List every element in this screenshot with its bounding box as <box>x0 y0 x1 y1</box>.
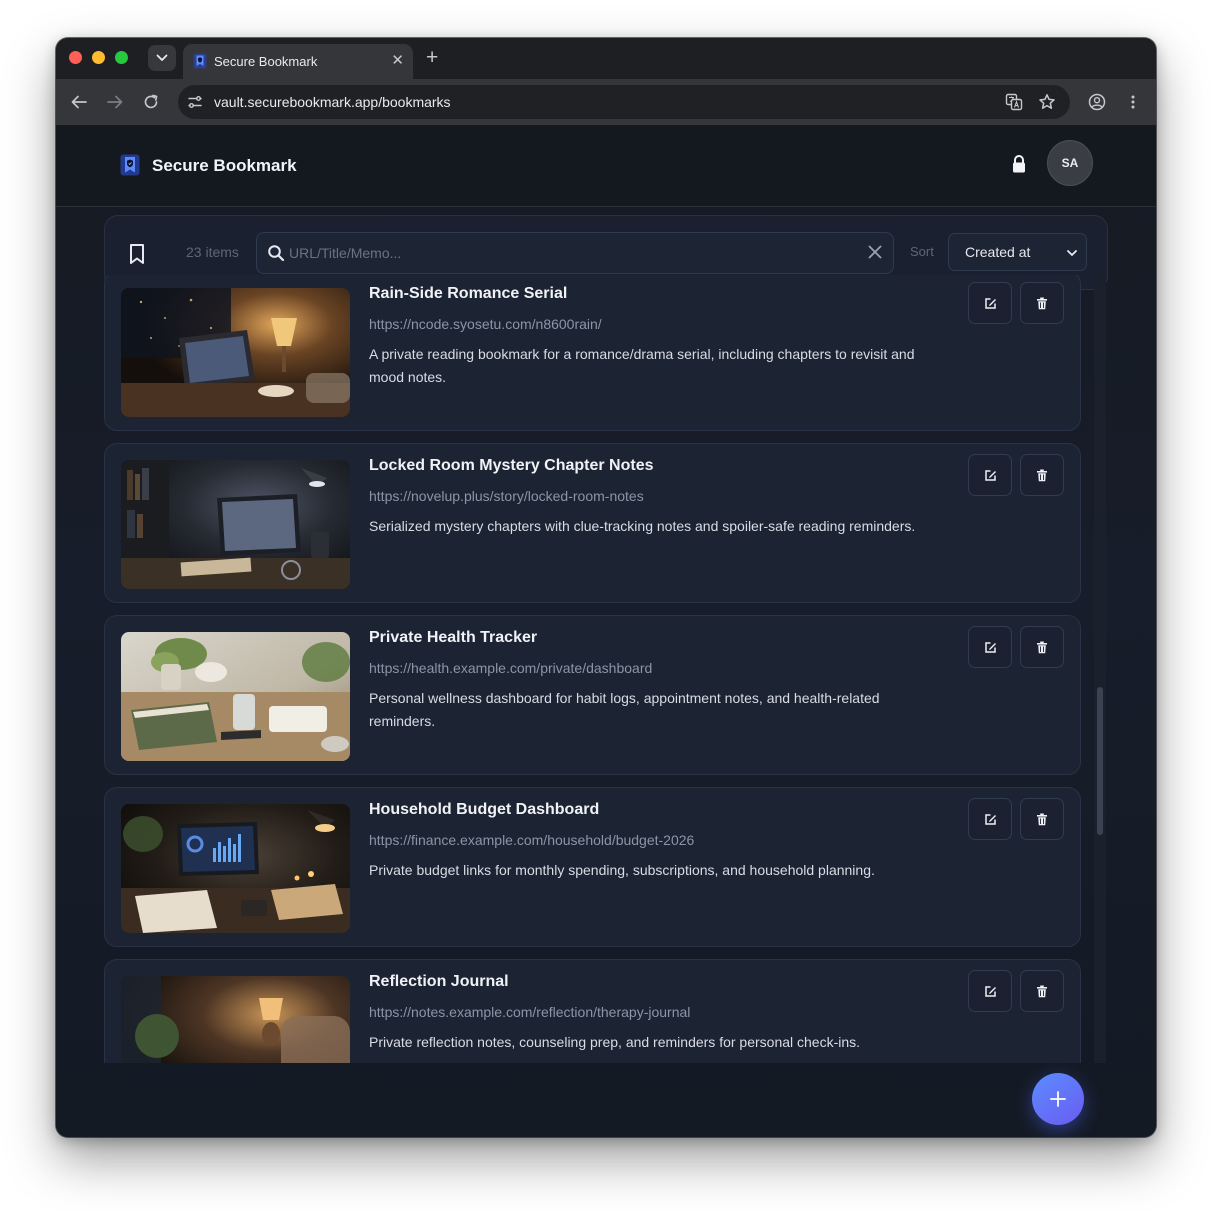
bookmark-url[interactable]: https://novelup.plus/story/locked-room-n… <box>369 488 644 504</box>
tab-strip: Secure Bookmark ✕ + <box>56 38 1156 79</box>
bookmark-url[interactable]: https://finance.example.com/household/bu… <box>369 832 694 848</box>
app-header: Secure Bookmark SA <box>56 125 1156 207</box>
tab-title: Secure Bookmark <box>214 54 318 69</box>
delete-button[interactable] <box>1020 798 1064 840</box>
bookmark-title[interactable]: Household Budget Dashboard <box>369 801 599 819</box>
plus-icon <box>1050 1091 1066 1107</box>
avatar-initials: SA <box>1061 156 1079 170</box>
edit-button[interactable] <box>968 454 1012 496</box>
bookmark-memo: A private reading bookmark for a romance… <box>369 346 915 385</box>
close-window-button[interactable] <box>69 51 82 64</box>
bookmark-thumbnail <box>121 804 350 933</box>
scrollbar-track[interactable] <box>1094 275 1106 1063</box>
bookmark-title[interactable]: Rain-Side Romance Serial <box>369 285 567 303</box>
edit-button[interactable] <box>968 970 1012 1012</box>
chevron-down-icon <box>1067 250 1077 256</box>
trash-icon <box>1037 469 1047 481</box>
trash-icon <box>1037 641 1047 653</box>
bookmark-card[interactable]: Private Health Tracker https://health.ex… <box>104 615 1081 775</box>
bookmark-shield-icon <box>120 154 140 176</box>
reload-icon[interactable] <box>140 91 162 113</box>
bookmark-url[interactable]: https://health.example.com/private/dashb… <box>369 660 652 676</box>
bookmark-memo: Serialized mystery chapters with clue-tr… <box>369 518 916 534</box>
edit-button[interactable] <box>968 626 1012 668</box>
bookmark-card[interactable]: Household Budget Dashboard https://finan… <box>104 787 1081 947</box>
back-icon[interactable] <box>68 91 90 113</box>
scrollbar-thumb[interactable] <box>1097 687 1103 835</box>
bookmark-card[interactable]: Locked Room Mystery Chapter Notes https:… <box>104 443 1081 603</box>
browser-toolbar: vault.securebookmark.app/bookmarks <box>56 79 1156 125</box>
trash-icon <box>1037 813 1047 825</box>
add-bookmark-button[interactable] <box>1032 1073 1084 1125</box>
bookmark-shield-icon <box>193 53 207 69</box>
edit-icon <box>984 469 996 481</box>
bookmark-thumbnail <box>121 632 350 761</box>
delete-button[interactable] <box>1020 970 1064 1012</box>
browser-tab[interactable]: Secure Bookmark ✕ <box>183 44 413 79</box>
search-icon <box>268 245 285 262</box>
bookmark-thumbnail <box>121 976 350 1063</box>
site-settings-icon[interactable] <box>187 94 203 110</box>
app-root: Secure Bookmark SA 23 items URL/Title/Me… <box>56 125 1156 1137</box>
bookmark-title[interactable]: Reflection Journal <box>369 973 509 991</box>
profile-icon[interactable] <box>1086 91 1108 113</box>
delete-button[interactable] <box>1020 454 1064 496</box>
delete-button[interactable] <box>1020 626 1064 668</box>
browser-window: Secure Bookmark ✕ + vault.securebookmark… <box>56 38 1156 1137</box>
minimize-window-button[interactable] <box>92 51 105 64</box>
bookmark-thumbnail <box>121 288 350 417</box>
lock-icon[interactable] <box>1011 154 1027 174</box>
bookmark-thumbnail <box>121 460 350 589</box>
translate-icon[interactable] <box>1005 93 1023 111</box>
sort-select[interactable]: Created at <box>948 233 1087 271</box>
edit-icon <box>984 813 996 825</box>
close-tab-icon[interactable]: ✕ <box>391 52 404 70</box>
search-box[interactable] <box>256 232 894 274</box>
bookmark-list: Rain-Side Romance Serial https://ncode.s… <box>56 275 1156 1063</box>
bookmark-memo: Personal wellness dashboard for habit lo… <box>369 690 880 729</box>
bookmark-memo: Private budget links for monthly spendin… <box>369 862 875 878</box>
new-tab-button[interactable]: + <box>426 47 438 69</box>
bookmark-url[interactable]: https://ncode.syosetu.com/n8600rain/ <box>369 316 602 332</box>
avatar[interactable]: SA <box>1047 140 1093 186</box>
address-url[interactable]: vault.securebookmark.app/bookmarks <box>214 94 451 110</box>
bookmark-icon <box>130 244 144 264</box>
trash-icon <box>1037 985 1047 997</box>
bookmark-card[interactable]: Rain-Side Romance Serial https://ncode.s… <box>104 275 1081 431</box>
maximize-window-button[interactable] <box>115 51 128 64</box>
tab-search-button[interactable] <box>148 45 176 71</box>
sort-value: Created at <box>965 244 1031 260</box>
forward-icon[interactable] <box>104 91 126 113</box>
delete-button[interactable] <box>1020 282 1064 324</box>
bookmark-card[interactable]: Reflection Journal https://notes.example… <box>104 959 1081 1063</box>
bookmark-title[interactable]: Private Health Tracker <box>369 629 537 647</box>
search-input[interactable] <box>289 239 849 267</box>
bookmark-url[interactable]: https://notes.example.com/reflection/the… <box>369 1004 690 1020</box>
menu-icon[interactable] <box>1122 91 1144 113</box>
app-name: Secure Bookmark <box>152 156 297 175</box>
trash-icon <box>1037 297 1047 309</box>
star-icon[interactable] <box>1038 93 1056 111</box>
edit-button[interactable] <box>968 798 1012 840</box>
item-count: 23 items <box>186 244 239 260</box>
clear-search-icon[interactable] <box>865 242 885 262</box>
edit-icon <box>984 641 996 653</box>
bookmark-title[interactable]: Locked Room Mystery Chapter Notes <box>369 457 654 475</box>
edit-icon <box>984 985 996 997</box>
chevron-down-icon <box>156 54 168 61</box>
edit-icon <box>984 297 996 309</box>
edit-button[interactable] <box>968 282 1012 324</box>
address-bar[interactable]: vault.securebookmark.app/bookmarks <box>178 85 1070 119</box>
sort-label: Sort <box>910 244 934 259</box>
bookmark-memo: Private reflection notes, counseling pre… <box>369 1034 861 1050</box>
